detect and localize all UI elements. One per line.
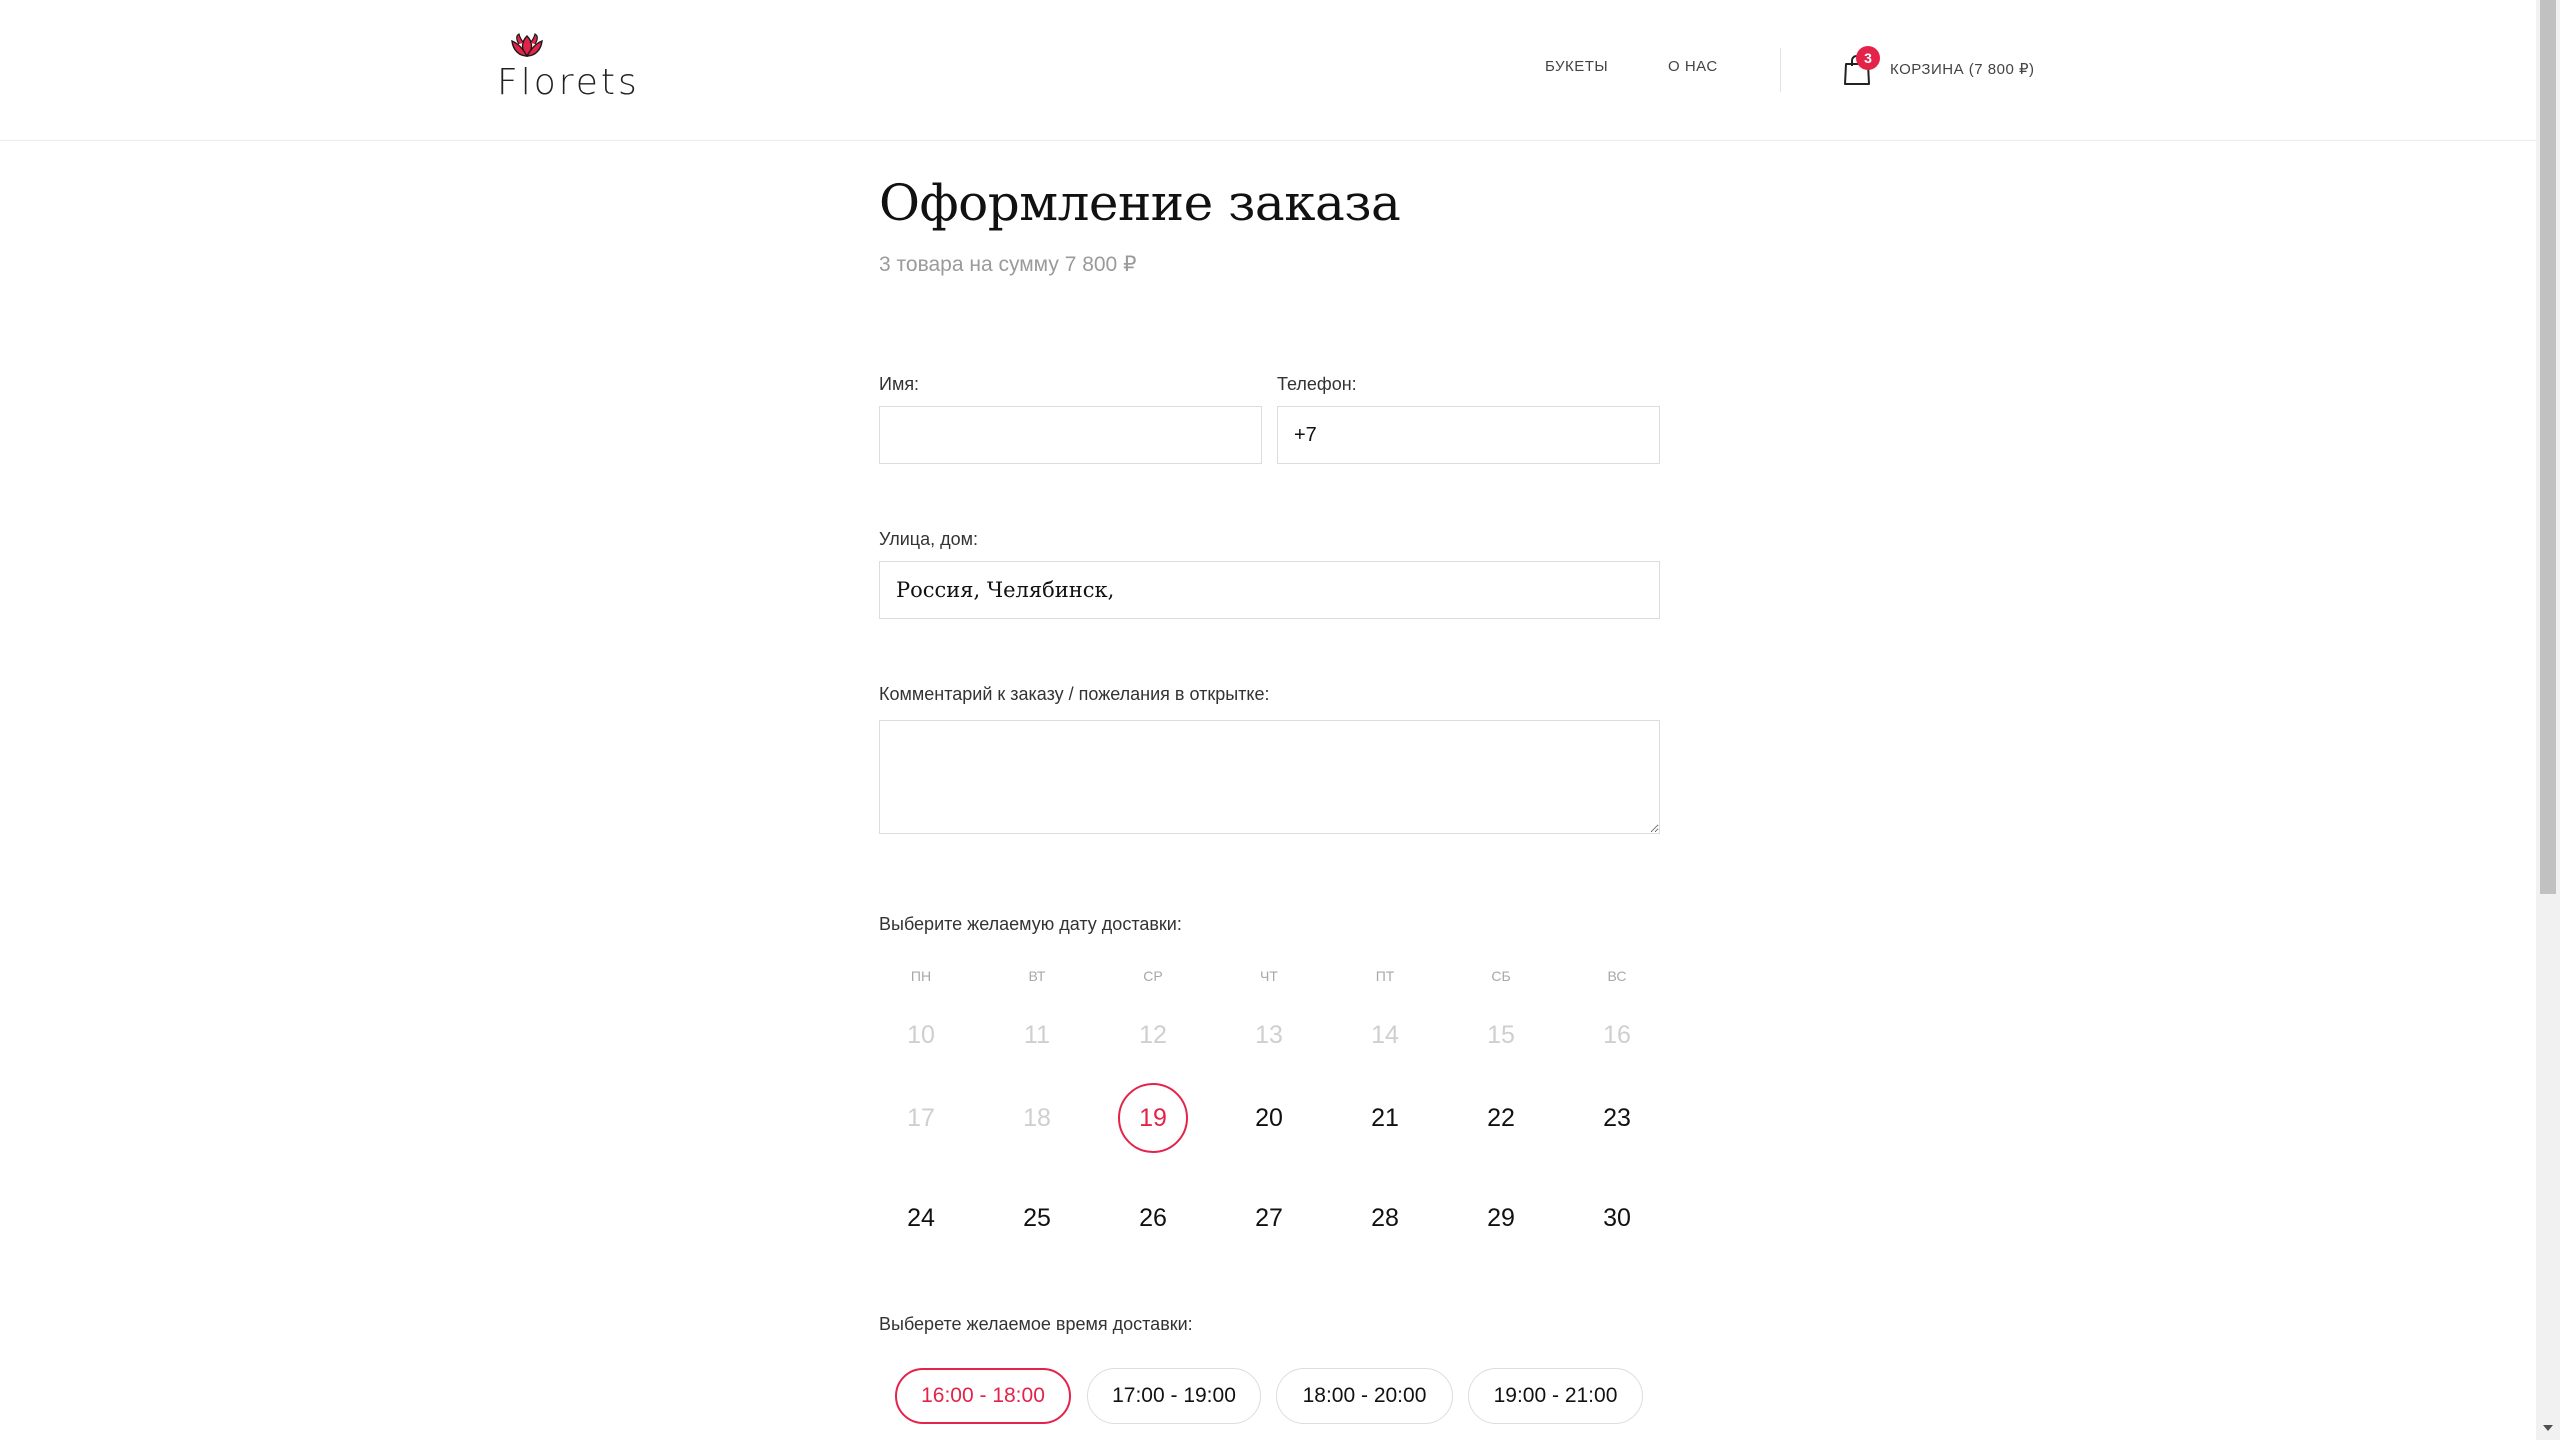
calendar-day-19[interactable]: 19 xyxy=(1118,1083,1188,1153)
scrollbar-thumb[interactable] xyxy=(2540,0,2556,894)
cart-label: КОРЗИНА (7 800 ₽) xyxy=(1890,61,2035,78)
calendar-day-10: 10 xyxy=(907,1021,935,1049)
calendar-day-27[interactable]: 27 xyxy=(1234,1183,1304,1253)
logo-text: Florets xyxy=(497,62,640,103)
calendar-day-30[interactable]: 30 xyxy=(1582,1183,1652,1253)
calendar-day-14: 14 xyxy=(1371,1021,1399,1049)
time-slot-button[interactable]: 19:00 - 21:00 xyxy=(1468,1368,1643,1424)
comment-textarea[interactable] xyxy=(879,720,1660,834)
calendar-day-11: 11 xyxy=(1024,1021,1050,1049)
weekday-header: ВС xyxy=(1607,968,1627,984)
time-label: Выберете желаемое время доставки: xyxy=(879,1314,1193,1334)
scroll-down-arrow-icon[interactable] xyxy=(2536,1416,2560,1440)
tulip-logo-icon xyxy=(511,33,543,57)
calendar-day-29[interactable]: 29 xyxy=(1466,1183,1536,1253)
phone-input[interactable] xyxy=(1277,406,1660,464)
calendar-day-16: 16 xyxy=(1603,1021,1631,1049)
logo[interactable]: Florets xyxy=(497,32,637,104)
weekday-header: ПТ xyxy=(1375,968,1395,984)
street-input[interactable] xyxy=(879,561,1660,619)
nav-about[interactable]: О НАС xyxy=(1668,58,1718,75)
weekday-header: ЧТ xyxy=(1260,968,1278,984)
weekday-header: СР xyxy=(1143,968,1163,984)
name-label: Имя: xyxy=(879,374,920,394)
calendar-day-21[interactable]: 21 xyxy=(1350,1083,1420,1153)
weekday-header: СБ xyxy=(1491,968,1511,984)
calendar-day-22[interactable]: 22 xyxy=(1466,1083,1536,1153)
weekday-header: ПН xyxy=(910,968,932,984)
date-label: Выберите желаемую дату доставки: xyxy=(879,914,1182,934)
nav-divider xyxy=(1780,48,1781,92)
time-slot-button[interactable]: 17:00 - 19:00 xyxy=(1087,1368,1261,1424)
time-slot-button[interactable]: 18:00 - 20:00 xyxy=(1276,1368,1453,1424)
calendar-day-12: 12 xyxy=(1139,1021,1167,1049)
calendar-day-17: 17 xyxy=(907,1104,935,1132)
calendar-day-25[interactable]: 25 xyxy=(1002,1183,1072,1253)
cart-button[interactable]: 3 КОРЗИНА (7 800 ₽) xyxy=(1842,44,2052,94)
site-header: Florets БУКЕТЫ О НАС 3 КОРЗИНА (7 800 ₽) xyxy=(0,0,2536,141)
calendar-day-28[interactable]: 28 xyxy=(1350,1183,1420,1253)
scrollbar[interactable] xyxy=(2536,0,2560,1440)
calendar-day-20[interactable]: 20 xyxy=(1234,1083,1304,1153)
calendar-day-13: 13 xyxy=(1255,1021,1283,1049)
calendar-day-15: 15 xyxy=(1487,1021,1515,1049)
page-title: Оформление заказа xyxy=(879,174,1401,232)
order-summary: 3 товара на сумму 7 800 ₽ xyxy=(879,253,1137,276)
cart-count-badge: 3 xyxy=(1856,46,1880,70)
weekday-header: ВТ xyxy=(1028,968,1046,984)
calendar-day-26[interactable]: 26 xyxy=(1118,1183,1188,1253)
nav-bouquets[interactable]: БУКЕТЫ xyxy=(1545,58,1608,75)
street-label: Улица, дом: xyxy=(879,529,978,549)
name-input[interactable] xyxy=(879,406,1262,464)
calendar-day-23[interactable]: 23 xyxy=(1582,1083,1652,1153)
calendar-day-18: 18 xyxy=(1023,1104,1051,1132)
comment-label: Комментарий к заказу / пожелания в откры… xyxy=(879,684,1270,704)
time-slot-button[interactable]: 16:00 - 18:00 xyxy=(895,1368,1071,1424)
phone-label: Телефон: xyxy=(1277,374,1357,394)
calendar-day-24[interactable]: 24 xyxy=(886,1183,956,1253)
